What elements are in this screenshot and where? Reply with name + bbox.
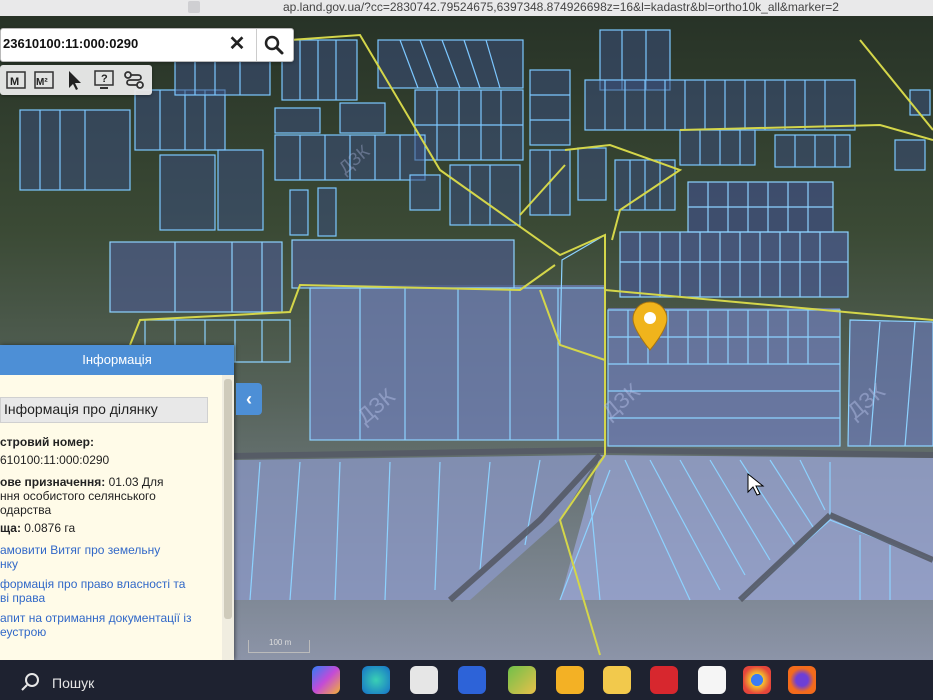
section-header[interactable]: Інформація про ділянку xyxy=(0,397,208,423)
firefox-icon[interactable] xyxy=(788,666,816,694)
measure-area-icon[interactable]: M² xyxy=(32,68,56,92)
search-icon[interactable] xyxy=(261,32,287,58)
cadastral-number-value: 610100:11:000:0290 xyxy=(0,453,110,467)
svg-text:M: M xyxy=(10,76,19,88)
pointer-icon[interactable] xyxy=(62,68,86,92)
scrollbar-thumb[interactable] xyxy=(224,379,232,619)
copilot-icon[interactable] xyxy=(312,666,340,694)
teams-icon[interactable] xyxy=(556,666,584,694)
search-input[interactable]: 23610100:11:000:0290 xyxy=(3,36,138,51)
cadastral-number-label: стровий номер: xyxy=(0,435,94,449)
section-title: Інформація про ділянку xyxy=(4,401,158,417)
area-row: ща: 0.0876 га xyxy=(0,521,75,535)
edge-icon[interactable] xyxy=(362,666,390,694)
panel-header: Інформація xyxy=(0,345,234,375)
measure-length-icon[interactable]: M xyxy=(4,68,28,92)
order-extract-link[interactable]: нку xyxy=(0,557,18,571)
chrome-icon[interactable] xyxy=(410,666,438,694)
ownership-info-link[interactable]: ві права xyxy=(0,591,45,605)
office-icon[interactable] xyxy=(698,666,726,694)
documentation-request-link[interactable]: еустрою xyxy=(0,625,46,639)
photos-icon[interactable] xyxy=(508,666,536,694)
purpose-row: ове призначення: 01.03 Для xyxy=(0,475,164,489)
taskbar-search-box[interactable] xyxy=(10,668,210,694)
svg-text:M²: M² xyxy=(36,77,48,88)
map-toolbar: M M² ? xyxy=(0,65,152,95)
acrobat-icon[interactable] xyxy=(650,666,678,694)
file-explorer-icon[interactable] xyxy=(603,666,631,694)
area-value: 0.0876 га xyxy=(20,521,76,535)
browser-address-bar[interactable]: ap.land.gov.ua/?cc=2830742.79524675,6397… xyxy=(0,0,933,16)
purpose-value: 01.03 Для xyxy=(105,475,164,489)
taskbar-search-label: Пошук xyxy=(52,675,95,691)
scale-label: 100 m xyxy=(269,638,292,647)
scale-bar: 100 m xyxy=(248,638,310,653)
svg-text:?: ? xyxy=(101,73,108,85)
cadastral-search-box[interactable]: 23610100:11:000:0290 ✕ xyxy=(0,28,294,62)
route-icon[interactable] xyxy=(122,68,146,92)
area-label: ща: xyxy=(0,521,21,535)
purpose-line: одарства xyxy=(0,503,52,517)
search-divider xyxy=(256,29,257,61)
chevron-left-icon[interactable]: ‹ xyxy=(236,383,262,415)
close-icon[interactable]: ✕ xyxy=(225,32,249,56)
windows-taskbar: Пошук xyxy=(0,660,933,700)
store-icon[interactable] xyxy=(458,666,486,694)
chrome-alt-icon[interactable] xyxy=(743,666,771,694)
purpose-label: ове призначення: xyxy=(0,475,106,489)
panel-scrollbar[interactable] xyxy=(222,375,234,660)
parcel-info-panel: Інформація Інформація про ділянку строви… xyxy=(0,345,234,660)
purpose-line: ння особистого селянського xyxy=(0,489,156,503)
address-url[interactable]: ap.land.gov.ua/?cc=2830742.79524675,6397… xyxy=(283,0,839,14)
site-info-icon[interactable] xyxy=(188,1,200,13)
documentation-request-link[interactable]: апит на отримання документації із xyxy=(0,611,192,625)
info-query-icon[interactable]: ? xyxy=(92,68,116,92)
order-extract-link[interactable]: амовити Витяг про земельну xyxy=(0,543,160,557)
ownership-info-link[interactable]: формація про право власності та xyxy=(0,577,185,591)
